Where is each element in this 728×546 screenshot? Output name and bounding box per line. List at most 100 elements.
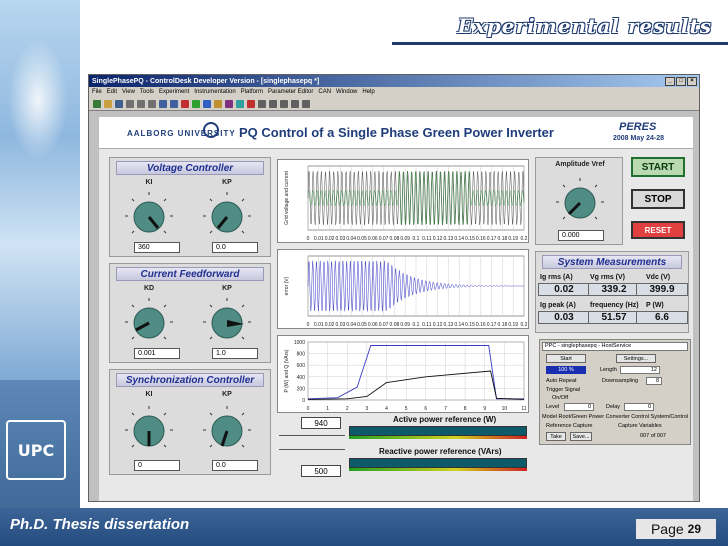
trigger-signal-label: Trigger Signal <box>546 387 581 393</box>
kp-value-field[interactable]: 1.0 <box>212 348 258 359</box>
stop-button[interactable]: STOP <box>631 189 685 209</box>
upc-logo: UPC <box>6 420 66 480</box>
minimize-button[interactable]: _ <box>665 76 675 86</box>
x-tick-label: 0.17 <box>487 322 497 328</box>
platform-icon[interactable] <box>214 99 222 108</box>
x-tick-label: 0.12 <box>433 236 443 242</box>
reactive-power-value-field[interactable]: 500 <box>301 465 341 477</box>
level-label: Level <box>546 404 560 410</box>
y-tick-label: 800 <box>297 352 306 358</box>
page-label: Page <box>650 521 684 537</box>
active-power-slider[interactable] <box>349 426 527 436</box>
ki-knob[interactable] <box>114 396 184 466</box>
x-tick-label: 2 <box>346 406 349 412</box>
menu-parameter-editor[interactable]: Parameter Editor <box>268 89 313 95</box>
ig-rms-label: Ig rms (A) <box>540 274 573 281</box>
take-button[interactable]: Take <box>546 432 566 441</box>
menu-help[interactable]: Help <box>362 89 374 95</box>
on-off-checkbox[interactable]: On/Off <box>552 395 568 401</box>
ig-peak-value: 0.03 <box>538 311 590 324</box>
system-measurements-panel: System Measurements Ig rms (A) Vg rms (V… <box>535 251 689 333</box>
menu-edit[interactable]: Edit <box>107 89 117 95</box>
close-button[interactable]: × <box>687 76 697 86</box>
undo-icon[interactable] <box>159 99 167 108</box>
x-tick-label: 0 <box>307 406 310 412</box>
window-title: SinglePhasePQ - ControlDesk Developer Ve… <box>92 77 320 85</box>
x-tick-label: 0.08 <box>390 322 400 328</box>
cut-icon[interactable] <box>126 99 134 108</box>
new-icon[interactable] <box>93 99 101 108</box>
x-tick-label: 0.16 <box>476 236 486 242</box>
menu-platform[interactable]: Platform <box>241 89 263 95</box>
ig-peak-label: Ig peak (A) <box>540 302 576 309</box>
panel-title: System Measurements <box>542 255 682 269</box>
pointer-icon[interactable] <box>258 99 266 108</box>
copy-icon[interactable] <box>137 99 145 108</box>
active-power-scale <box>349 436 527 439</box>
x-tick-label: 5 <box>405 406 408 412</box>
reactive-power-slider[interactable] <box>349 458 527 468</box>
save-icon[interactable] <box>115 99 123 108</box>
x-tick-label: 0.06 <box>368 322 378 328</box>
record-icon[interactable] <box>247 99 255 108</box>
amplitude-knob[interactable] <box>545 168 615 238</box>
grid-icon[interactable] <box>291 99 299 108</box>
open-icon[interactable] <box>104 99 112 108</box>
edit-icon[interactable] <box>269 99 277 108</box>
menu-experiment[interactable]: Experiment <box>159 89 189 95</box>
auto-repeat-checkbox[interactable]: Auto Repeat <box>546 378 577 384</box>
menu-window[interactable]: Window <box>336 89 357 95</box>
redo-icon[interactable] <box>170 99 178 108</box>
kd-value-field[interactable]: 0.001 <box>134 348 180 359</box>
host-service-select[interactable]: PPC - singlephasepq - HostService <box>542 342 688 351</box>
maximize-button[interactable]: □ <box>676 76 686 86</box>
kp-knob[interactable] <box>192 396 262 466</box>
ki-value-field[interactable]: 360 <box>134 242 180 253</box>
menu-view[interactable]: View <box>122 89 135 95</box>
x-tick-label: 0.09 <box>400 322 410 328</box>
menu-can[interactable]: CAN <box>318 89 331 95</box>
x-tick-label: 0.05 <box>357 322 367 328</box>
toolbar <box>89 97 699 111</box>
settings-button[interactable]: Settings... <box>616 354 656 363</box>
start-button[interactable]: START <box>631 157 685 177</box>
menu-instrumentation[interactable]: Instrumentation <box>194 89 235 95</box>
reset-button[interactable]: RESET <box>631 221 685 239</box>
play-icon[interactable] <box>192 99 200 108</box>
host-start-button[interactable]: Start <box>546 354 586 363</box>
panel-title: Current Feedforward <box>116 267 264 281</box>
stop-icon[interactable] <box>181 99 189 108</box>
downsampling-field[interactable]: 8 <box>646 377 662 385</box>
y-tick-label: 0 <box>302 398 305 404</box>
x-tick-label: 0.14 <box>454 322 464 328</box>
help-icon[interactable] <box>302 99 310 108</box>
parameter-icon[interactable] <box>225 99 233 108</box>
ki-value-field[interactable]: 0 <box>134 460 180 471</box>
kp-value-field[interactable]: 0.0 <box>212 242 258 253</box>
host-save-button[interactable]: Save... <box>570 432 592 441</box>
can-icon[interactable] <box>236 99 244 108</box>
menu-file[interactable]: File <box>92 89 102 95</box>
length-field[interactable]: 12 <box>620 366 660 374</box>
menu-tools[interactable]: Tools <box>140 89 154 95</box>
x-tick-label: 0.08 <box>390 236 400 242</box>
paste-icon[interactable] <box>148 99 156 108</box>
layout-icon[interactable] <box>280 99 288 108</box>
delay-field[interactable]: 0 <box>624 403 654 411</box>
x-tick-label: 0.14 <box>454 236 464 242</box>
x-tick-label: 6 <box>424 406 427 412</box>
kp-value-field[interactable]: 0.0 <box>212 460 258 471</box>
x-tick-label: 0.19 <box>508 322 518 328</box>
active-power-value-field[interactable]: 940 <box>301 417 341 429</box>
instrument-icon[interactable] <box>203 99 211 108</box>
y-tick-label: 400 <box>297 375 306 381</box>
x-tick-label: 3 <box>366 406 369 412</box>
amplitude-value-field[interactable]: 0.000 <box>558 230 604 241</box>
level-field[interactable]: 0 <box>564 403 594 411</box>
vg-rms-label: Vg rms (V) <box>590 274 626 281</box>
active-power-gauge <box>279 435 345 445</box>
layout-panel: AALBORG UNIVERSITY PQ Control of a Singl… <box>99 117 693 501</box>
reference-capture-label: Reference Capture <box>546 423 593 429</box>
x-tick-label: 0.2 <box>521 236 528 242</box>
x-tick-label: 10 <box>502 406 508 412</box>
